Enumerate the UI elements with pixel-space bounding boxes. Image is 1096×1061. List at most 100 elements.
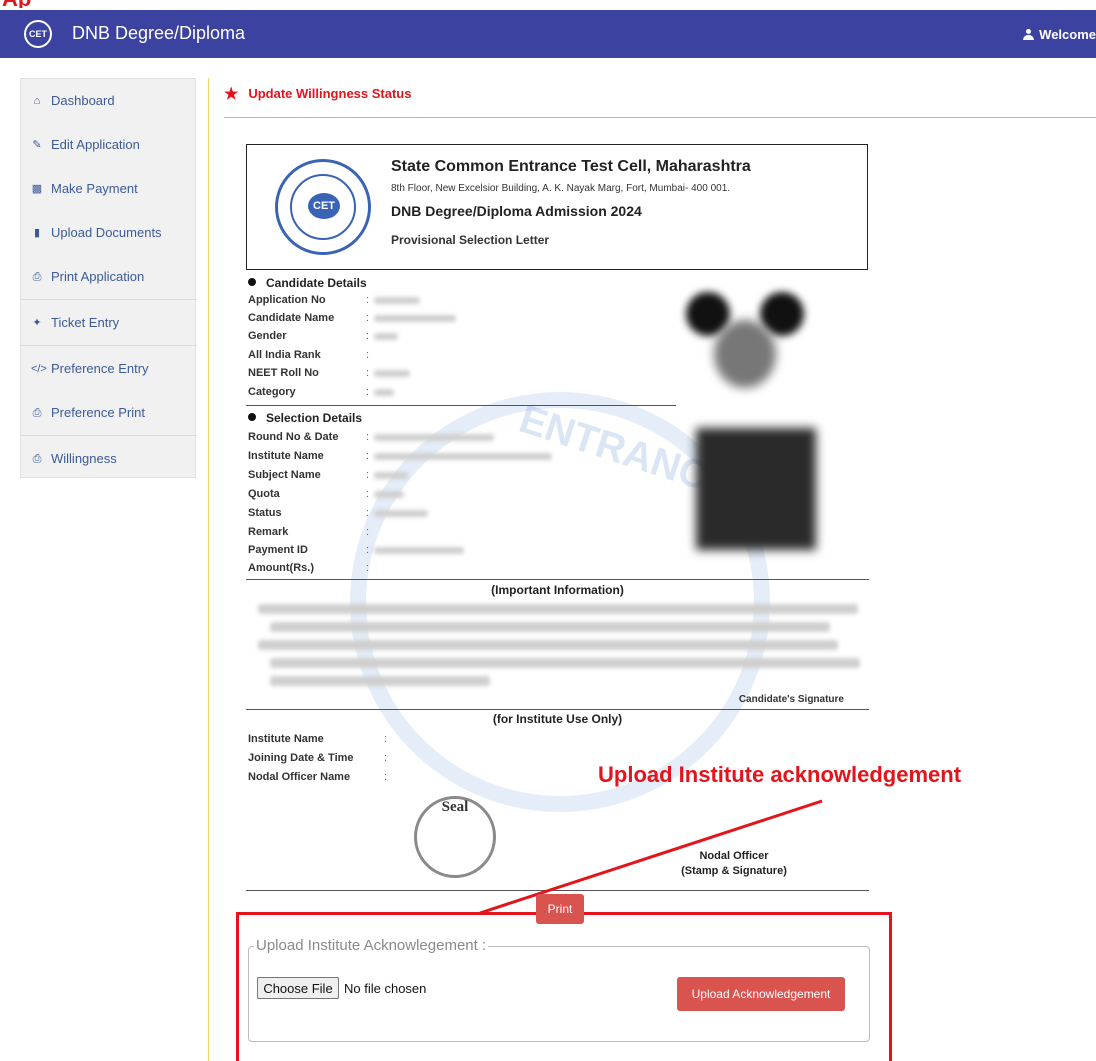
field-label: Gender bbox=[248, 330, 287, 342]
nodal-officer-label: Nodal Officer bbox=[699, 850, 769, 862]
sidebar-item-label: Willingness bbox=[51, 451, 117, 466]
field-round-no-date: Round No & Date: bbox=[248, 431, 388, 443]
important-info-heading: (Important Information) bbox=[491, 583, 624, 597]
redacted-value bbox=[374, 491, 404, 498]
sidebar-item-print-application[interactable]: ⎙ Print Application bbox=[21, 255, 197, 299]
content-divider bbox=[208, 78, 209, 1061]
welcome-label: Welcome bbox=[1039, 27, 1096, 42]
field-nodal-officer-name: Nodal Officer Name: bbox=[248, 771, 388, 783]
stamp-signature-label: (Stamp & Signature) bbox=[681, 865, 787, 877]
institute-use-heading: (for Institute Use Only) bbox=[492, 712, 623, 726]
upload-acknowledgement-button[interactable]: Upload Acknowledgement bbox=[677, 977, 845, 1011]
field-subject-name: Subject Name: bbox=[248, 469, 388, 481]
section-rule bbox=[246, 405, 676, 406]
welcome-menu[interactable]: Welcome bbox=[1023, 27, 1096, 42]
field-amount: Amount(Rs.): bbox=[248, 562, 388, 574]
print-icon: ⎙ bbox=[32, 271, 42, 283]
field-status: Status: bbox=[248, 507, 388, 519]
sidebar-item-preference-entry[interactable]: </> Preference Entry bbox=[21, 347, 197, 391]
page-title: ★ Update Willingness Status bbox=[224, 84, 411, 104]
colon: : bbox=[366, 526, 370, 538]
colon: : bbox=[366, 431, 370, 443]
field-payment-id: Payment ID: bbox=[248, 544, 388, 556]
top-navbar: CET DNB Degree/Diploma Welcome bbox=[0, 10, 1096, 58]
sidebar-item-label: Upload Documents bbox=[51, 225, 162, 240]
field-label: Subject Name bbox=[248, 469, 321, 481]
candidate-details-label: Candidate Details bbox=[266, 276, 367, 290]
print-button[interactable]: Print bbox=[536, 894, 584, 924]
field-all-india-rank: All India Rank: bbox=[248, 349, 388, 361]
sidebar-item-willingness[interactable]: ⎙ Willingness bbox=[21, 437, 197, 481]
annotation-label: Upload Institute acknowledgement bbox=[598, 762, 962, 787]
money-icon: ▩ bbox=[31, 183, 43, 195]
sidebar-item-label: Edit Application bbox=[51, 137, 140, 152]
print-icon: ⎙ bbox=[32, 453, 42, 465]
field-label: Institute Name bbox=[248, 450, 324, 462]
sidebar-item-ticket-entry[interactable]: ✦ Ticket Entry bbox=[21, 301, 197, 345]
field-joining-date-time: Joining Date & Time: bbox=[248, 752, 388, 764]
colon: : bbox=[366, 312, 370, 324]
redacted-value bbox=[374, 472, 408, 479]
colon: : bbox=[366, 562, 370, 574]
bullet-icon bbox=[248, 413, 256, 421]
field-label: Quota bbox=[248, 488, 280, 500]
org-title: State Common Entrance Test Cell, Maharas… bbox=[391, 158, 751, 175]
redacted-value bbox=[374, 333, 398, 340]
field-label: Application No bbox=[248, 294, 326, 306]
redacted-value bbox=[374, 315, 456, 322]
colon: : bbox=[366, 330, 370, 342]
field-label: Joining Date & Time bbox=[248, 752, 354, 764]
field-category: Category: bbox=[248, 386, 388, 398]
redacted-info-line bbox=[258, 640, 838, 650]
field-application-no: Application No: bbox=[248, 294, 388, 306]
top-strip: Ap bbox=[0, 0, 1096, 10]
colon: : bbox=[366, 349, 370, 361]
qr-code bbox=[696, 428, 816, 550]
cet-logo[interactable]: CET bbox=[22, 18, 54, 50]
sidebar-item-preference-print[interactable]: ⎙ Preference Print bbox=[21, 391, 197, 435]
field-institute-name: Institute Name: bbox=[248, 450, 388, 462]
redacted-info-line bbox=[270, 622, 830, 632]
colon: : bbox=[366, 294, 370, 306]
choose-file-button[interactable]: Choose File bbox=[257, 977, 339, 999]
seal-placeholder: Seal bbox=[414, 796, 496, 878]
colon: : bbox=[366, 507, 370, 519]
colon: : bbox=[384, 752, 388, 764]
redacted-value bbox=[374, 547, 464, 554]
field-label: Institute Name bbox=[248, 733, 324, 745]
redacted-value bbox=[374, 453, 552, 460]
field-label: Nodal Officer Name bbox=[248, 771, 351, 783]
field-inst-institute-name: Institute Name: bbox=[248, 733, 388, 745]
field-label: Amount(Rs.) bbox=[248, 562, 314, 574]
sidebar: ⌂ Dashboard ✎ Edit Application ▩ Make Pa… bbox=[20, 78, 197, 481]
colon: : bbox=[384, 733, 388, 745]
sidebar-item-dashboard[interactable]: ⌂ Dashboard bbox=[21, 79, 197, 123]
page-title-text: Update Willingness Status bbox=[248, 86, 412, 101]
photo-shape bbox=[714, 320, 776, 388]
upload-legend: Upload Institute Acknowlegement : bbox=[254, 937, 489, 954]
sidebar-item-edit-application[interactable]: ✎ Edit Application bbox=[21, 123, 197, 167]
field-label: NEET Roll No bbox=[248, 367, 319, 379]
colon: : bbox=[366, 488, 370, 500]
field-label: Status bbox=[248, 507, 282, 519]
selection-details-heading: Selection Details bbox=[248, 411, 362, 425]
colon: : bbox=[366, 367, 370, 379]
section-rule bbox=[246, 890, 869, 891]
redacted-value bbox=[374, 510, 428, 517]
field-label: All India Rank bbox=[248, 349, 321, 361]
title-rule bbox=[224, 117, 1096, 118]
code-icon: </> bbox=[31, 363, 47, 375]
watermark-text: ENTRANC bbox=[514, 396, 714, 500]
sidebar-item-make-payment[interactable]: ▩ Make Payment bbox=[21, 167, 197, 211]
sidebar-item-label: Make Payment bbox=[51, 181, 138, 196]
section-rule bbox=[246, 709, 869, 710]
app-title[interactable]: DNB Degree/Diploma bbox=[72, 23, 245, 44]
sidebar-item-label: Dashboard bbox=[51, 93, 115, 108]
field-label: Payment ID bbox=[248, 544, 308, 556]
nodal-officer-block: Nodal Officer (Stamp & Signature) bbox=[664, 849, 804, 879]
sidebar-item-upload-documents[interactable]: ▮ Upload Documents bbox=[21, 211, 197, 255]
candidate-details-heading: Candidate Details bbox=[248, 276, 367, 290]
colon: : bbox=[366, 450, 370, 462]
field-gender: Gender: bbox=[248, 330, 388, 342]
candidate-photo bbox=[684, 282, 806, 394]
